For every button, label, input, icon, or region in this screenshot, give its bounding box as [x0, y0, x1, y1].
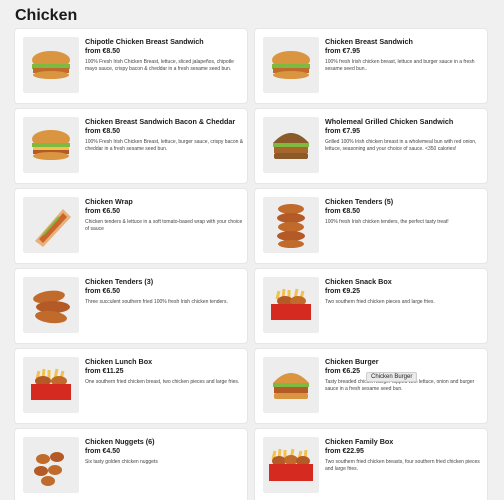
item-description: Six tasty golden chicken nuggets [85, 459, 158, 465]
burger-icon [263, 117, 319, 173]
item-description: 100% fresh Irish chicken tenders, the pe… [325, 219, 449, 225]
menu-item-card[interactable]: Chicken Snack Box from €9.25 Two souther… [255, 269, 487, 343]
menu-item-card[interactable]: Chicken Breast Sandwich Bacon & Cheddar … [15, 109, 247, 183]
item-name: Chicken Tenders (5) [325, 197, 394, 206]
item-description: Chicken tenders & lettuce in a soft toma… [85, 219, 243, 232]
item-name: Chicken Lunch Box [85, 357, 153, 366]
item-price: from €7.95 [325, 48, 361, 55]
item-name: Chicken Wrap [85, 197, 133, 206]
box-icon [23, 357, 79, 413]
item-name: Wholemeal Grilled Chicken Sandwich [325, 117, 454, 126]
tooltip: Chicken Burger [366, 372, 418, 382]
burger-icon [263, 357, 319, 413]
menu-item-card[interactable]: Chicken Breast Sandwich from €7.95 100% … [255, 29, 487, 103]
wrap-icon [23, 197, 79, 253]
menu-item-card[interactable]: Chicken Nuggets (6) from €4.50 Six tasty… [15, 429, 247, 500]
item-price: from €8.50 [85, 128, 121, 135]
menu-item-card[interactable]: Chicken Tenders (3) from €6.50 Three suc… [15, 269, 247, 343]
item-name: Chicken Burger [325, 357, 379, 366]
item-price: from €6.50 [85, 208, 121, 215]
item-description: 100% Fresh Irish Chicken Breast, lettuce… [85, 139, 244, 152]
item-description: 100% Fresh Irish Chicken Breast, lettuce… [85, 59, 234, 72]
sandwich-icon [263, 37, 319, 93]
item-description: Grilled 100% Irish chicken breast in a w… [325, 139, 477, 152]
item-name: Chicken Nuggets (6) [85, 437, 155, 446]
tenders-stack-icon [263, 197, 319, 253]
family-box-icon [263, 437, 319, 493]
menu-item-card[interactable]: Chipotle Chicken Breast Sandwich from €8… [15, 29, 247, 103]
menu-item-card[interactable]: Chicken Family Box from €22.95 Two south… [255, 429, 487, 500]
tenders-icon [23, 277, 79, 333]
item-name: Chicken Breast Sandwich Bacon & Cheddar [85, 117, 236, 126]
menu-item-card[interactable]: Wholemeal Grilled Chicken Sandwich from … [255, 109, 487, 183]
item-price: from €9.25 [325, 288, 361, 295]
item-price: from €8.50 [325, 208, 361, 215]
item-price: from €4.50 [85, 448, 121, 455]
page-title: Chicken [15, 7, 78, 24]
item-name: Chicken Tenders (3) [85, 277, 154, 286]
item-name: Chicken Breast Sandwich [325, 37, 413, 46]
box-icon [263, 277, 319, 333]
item-name: Chipotle Chicken Breast Sandwich [85, 37, 204, 46]
item-description: 100% fresh Irish chicken breast, lettuce… [325, 59, 475, 72]
sandwich-icon [23, 117, 79, 173]
item-price: from €6.50 [85, 288, 121, 295]
item-description: Two southern fried chicken breasts, four… [325, 459, 480, 472]
item-description: Two southern fried chicken pieces and la… [325, 299, 435, 305]
menu-item-card[interactable]: Chicken Lunch Box from €11.25 One southe… [15, 349, 247, 423]
item-price: from €22.95 [325, 448, 364, 455]
menu-item-card[interactable]: Chicken Wrap from €6.50 Chicken tenders … [15, 189, 247, 263]
nuggets-icon [23, 437, 79, 493]
item-price: from €8.50 [85, 48, 121, 55]
item-description: Three succulent southern fried 100% fres… [85, 299, 228, 305]
menu-item-card[interactable]: Chicken Tenders (5) from €8.50 100% fres… [255, 189, 487, 263]
item-price: from €7.95 [325, 128, 361, 135]
item-name: Chicken Snack Box [325, 277, 392, 286]
item-description: One southern fried chicken breast, two c… [85, 379, 240, 385]
item-name: Chicken Family Box [325, 437, 394, 446]
menu-item-card[interactable]: Chicken Burger from €6.25 Tasty breaded … [255, 349, 487, 423]
sandwich-icon [23, 37, 79, 93]
item-price: from €11.25 [85, 368, 124, 375]
